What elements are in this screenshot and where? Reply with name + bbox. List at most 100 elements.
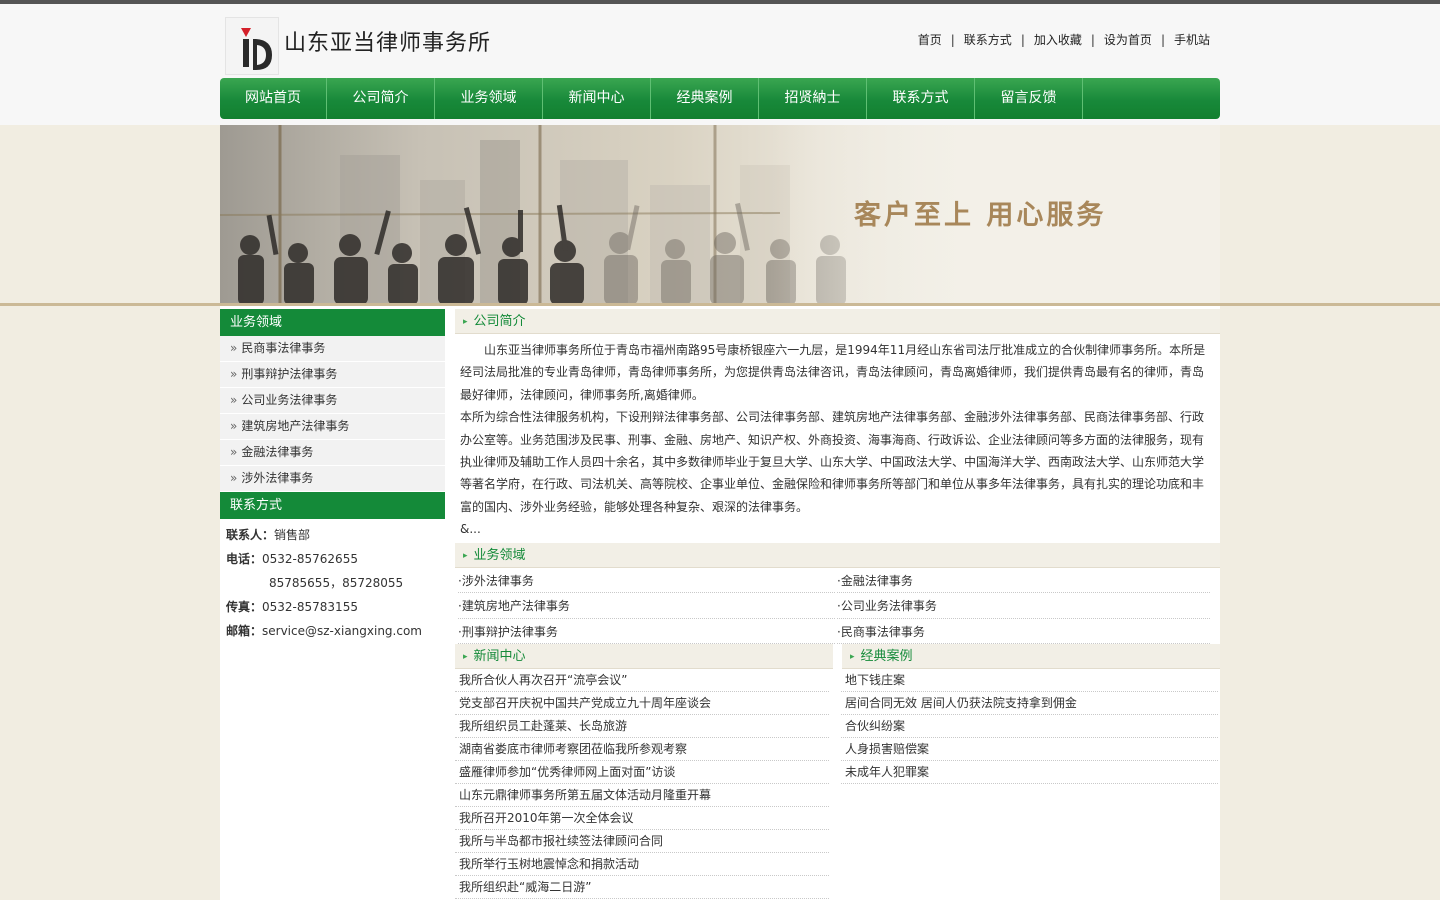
chevron-right-icon: » [230, 341, 238, 355]
about-paragraph-2: 本所为综合性法律服务机构，下设刑辩法律事务部、公司法律事务部、建筑房地产法律事务… [460, 410, 1205, 514]
cases-section-title[interactable]: 经典案例 [861, 649, 913, 664]
contact-phone-label: 电话： [226, 552, 263, 566]
main-nav: 网站首页 公司简介 业务领域 新闻中心 经典案例 招贤納士 联系方式 留言反馈 [220, 78, 1220, 119]
triangle-right-icon: ▸ [463, 317, 468, 327]
nav-item-business[interactable]: 业务领域 [435, 78, 543, 119]
sidebar: 业务领域 » 民商事法律事务 » 刑事辩护法律事务 » 公司业务法律事务 » 建筑房地产… [220, 309, 445, 647]
case-item[interactable]: 地下钱庄案 [841, 669, 1218, 692]
sidebar-item-criminal-defense[interactable]: » 刑事辩护法律事务 [220, 362, 445, 388]
news-item[interactable]: 我所举行玉树地震悼念和捐款活动 [455, 853, 829, 876]
business-link[interactable]: ·民商事法律事务 [837, 619, 1210, 645]
site-title: 山东亚当律师事务所 [284, 31, 492, 56]
sidebar-item-label: 建筑房地产法律事务 [241, 419, 350, 433]
cases-section-header: ▸ 经典案例 [842, 644, 1220, 669]
about-section-header: ▸ 公司简介 [455, 309, 1220, 334]
business-link[interactable]: ·金融法律事务 [837, 568, 1210, 594]
sidebar-item-label: 民商事法律事务 [241, 341, 326, 355]
case-item[interactable]: 人身损害赔偿案 [841, 738, 1218, 761]
chevron-right-icon: » [230, 419, 238, 433]
contact-fax: 0532-85783155 [262, 600, 358, 614]
business-grid: ·涉外法律事务 ·金融法律事务 ·建筑房地产法律事务 ·公司业务法律事务 ·刑事… [455, 568, 1220, 645]
about-paragraph-1: 山东亚当律师事务所位于青岛市福州南路95号康桥银座六一九层，是1994年11月经… [460, 343, 1206, 402]
separator: | [1160, 33, 1165, 47]
toplink-contact[interactable]: 联系方式 [964, 33, 1012, 47]
case-item[interactable]: 合伙纠纷案 [841, 715, 1218, 738]
news-item[interactable]: 山东元鼎律师事务所第五届文体活动月隆重开幕 [455, 784, 829, 807]
news-item[interactable]: 我所合伙人再次召开“流亭会议” [455, 669, 829, 692]
sidebar-item-corporate[interactable]: » 公司业务法律事务 [220, 388, 445, 414]
news-section-header: ▸ 新闻中心 [455, 644, 833, 669]
sidebar-item-foreign[interactable]: » 涉外法律事务 [220, 466, 445, 492]
contact-fax-label: 传真： [226, 600, 263, 614]
news-item[interactable]: 我所组织员工赴蓬莱、长岛旅游 [455, 715, 829, 738]
contact-phone-extra: 85785655，85728055 [269, 576, 404, 590]
sidebar-business-title: 业务领域 [220, 309, 445, 336]
sidebar-item-label: 涉外法律事务 [241, 471, 314, 485]
sidebar-contact-title: 联系方式 [220, 492, 445, 519]
chevron-right-icon: » [230, 367, 238, 381]
case-item[interactable]: 未成年人犯罪案 [841, 761, 1218, 784]
toplink-mobile[interactable]: 手机站 [1174, 33, 1210, 47]
news-section-title[interactable]: 新闻中心 [474, 649, 526, 664]
triangle-right-icon: ▸ [463, 550, 468, 561]
nav-item-news[interactable]: 新闻中心 [543, 78, 651, 119]
contact-person-label: 联系人： [226, 528, 275, 542]
site-logo[interactable] [225, 17, 279, 75]
nav-item-feedback[interactable]: 留言反馈 [975, 78, 1083, 119]
main-content: ▸ 公司简介 山东亚当律师事务所位于青岛市福州南路95号康桥银座六一九层，是199… [455, 309, 1220, 899]
cases-column: ▸ 经典案例 地下钱庄案 居间合同无效 居间人仍获法院支持拿到佣金 合伙纠纷案 人… [841, 644, 1220, 784]
sidebar-item-label: 金融法律事务 [241, 445, 314, 459]
about-section-title[interactable]: 公司简介 [474, 314, 526, 329]
news-item[interactable]: 我所组织赴“威海二日游” [455, 876, 829, 899]
nav-item-contact[interactable]: 联系方式 [867, 78, 975, 119]
sidebar-item-label: 公司业务法律事务 [241, 393, 338, 407]
business-link[interactable]: ·建筑房地产法律事务 [458, 593, 835, 619]
sidebar-item-finance[interactable]: » 金融法律事务 [220, 440, 445, 466]
triangle-right-icon: ▸ [850, 652, 855, 662]
sidebar-item-civil-commercial[interactable]: » 民商事法律事务 [220, 336, 445, 362]
news-item[interactable]: 湖南省娄底市律师考察团莅临我所参观考察 [455, 738, 829, 761]
toplink-set-homepage[interactable]: 设为首页 [1104, 33, 1152, 47]
chevron-right-icon: » [230, 471, 238, 485]
sidebar-item-real-estate[interactable]: » 建筑房地产法律事务 [220, 414, 445, 440]
contact-email: service@sz-xiangxing.com [262, 624, 422, 638]
news-item[interactable]: 我所召开2010年第一次全体会议 [455, 807, 829, 830]
news-item[interactable]: 盛雁律师参加“优秀律师网上面对面”访谈 [455, 761, 829, 784]
nav-item-about[interactable]: 公司简介 [327, 78, 435, 119]
separator: | [1090, 33, 1095, 47]
nav-item-careers[interactable]: 招贤納士 [759, 78, 867, 119]
banner-slogan: 客户至上 用心服务 [854, 200, 1107, 231]
contact-phone-row: 电话：0532-85762655 [226, 547, 439, 571]
hero-banner: 客户至上 用心服务 [220, 125, 1220, 305]
nav-item-home[interactable]: 网站首页 [220, 78, 327, 119]
business-section-title[interactable]: 业务领域 [474, 548, 526, 563]
news-item[interactable]: 党支部召开庆祝中国共产党成立九十周年座谈会 [455, 692, 829, 715]
business-link[interactable]: ·刑事辩护法律事务 [458, 619, 835, 645]
logo-mark-icon [226, 18, 278, 74]
about-intro: 山东亚当律师事务所位于青岛市福州南路95号康桥银座六一九层，是1994年11月经… [455, 334, 1220, 541]
contact-fax-row: 传真：0532-85783155 [226, 595, 439, 619]
contact-phone-extra-row: 85785655，85728055 [226, 571, 439, 595]
separator: | [1020, 33, 1025, 47]
contact-person-row: 联系人：销售部 [226, 523, 439, 547]
chevron-right-icon: » [230, 393, 238, 407]
contact-person: 销售部 [274, 528, 311, 542]
about-more-link[interactable]: &... [460, 518, 1214, 540]
contact-email-label: 邮箱： [226, 624, 263, 638]
news-column: ▸ 新闻中心 我所合伙人再次召开“流亭会议” 党支部召开庆祝中国共产党成立九十周年… [455, 644, 833, 899]
toplink-home[interactable]: 首页 [918, 33, 942, 47]
separator: | [950, 33, 955, 47]
business-link[interactable]: ·公司业务法律事务 [837, 593, 1210, 619]
business-link[interactable]: ·涉外法律事务 [458, 568, 835, 594]
news-item[interactable]: 我所与半岛都市报社续签法律顾问合同 [455, 830, 829, 853]
contact-phone: 0532-85762655 [262, 552, 358, 566]
nav-item-cases[interactable]: 经典案例 [651, 78, 759, 119]
contact-email-row: 邮箱：service@sz-xiangxing.com [226, 619, 439, 643]
top-links: 首页 | 联系方式 | 加入收藏 | 设为首页 | 手机站 [918, 31, 1210, 48]
contact-info: 联系人：销售部 电话：0532-85762655 85785655，857280… [220, 519, 445, 647]
case-item[interactable]: 居间合同无效 居间人仍获法院支持拿到佣金 [841, 692, 1218, 715]
sidebar-item-label: 刑事辩护法律事务 [241, 367, 338, 381]
triangle-right-icon: ▸ [463, 652, 468, 662]
toplink-bookmark[interactable]: 加入收藏 [1034, 33, 1082, 47]
chevron-right-icon: » [230, 445, 238, 459]
